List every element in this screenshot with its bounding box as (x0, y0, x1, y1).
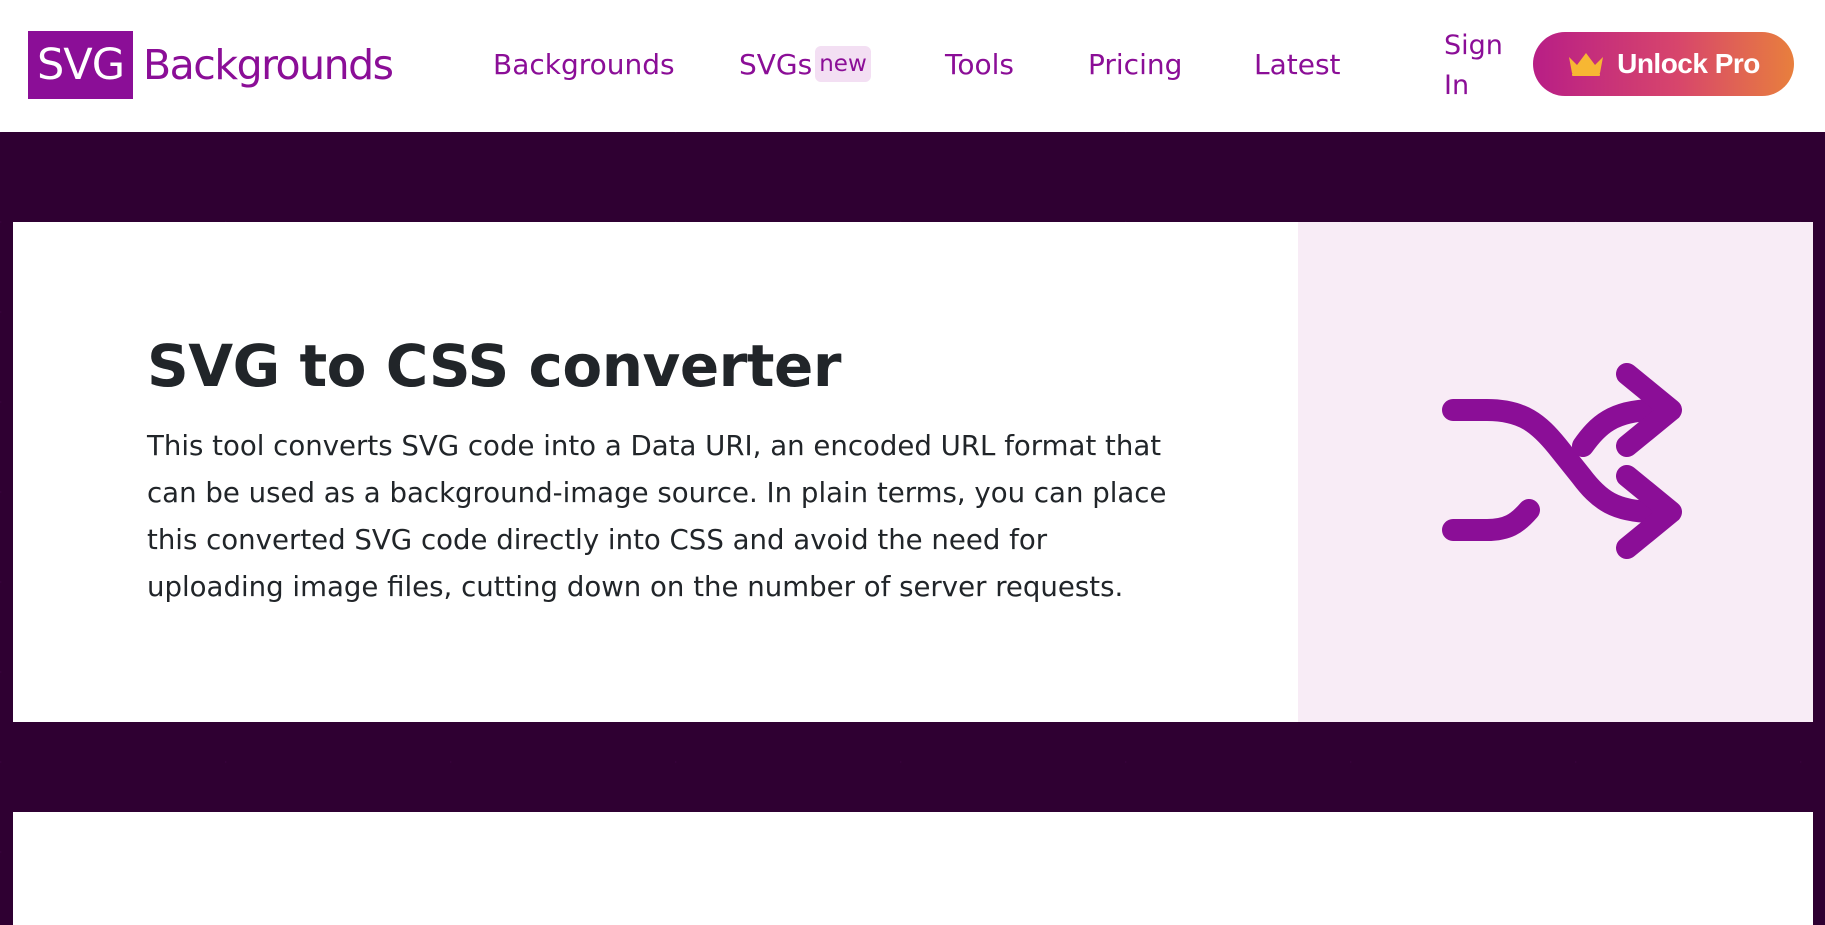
logo-box-text: SVG (28, 31, 134, 99)
page-title: SVG to CSS converter (147, 332, 841, 400)
nav-backgrounds[interactable]: Backgrounds (493, 47, 675, 83)
unlock-pro-label: Unlock Pro (1617, 48, 1760, 79)
shuffle-icon (1442, 363, 1682, 559)
sign-in-link[interactable]: Sign In (1444, 26, 1504, 106)
nav-latest[interactable]: Latest (1254, 47, 1341, 83)
tool-panel (13, 812, 1813, 925)
crown-icon (1569, 53, 1604, 76)
hero-section: SVG to CSS converter This tool converts … (13, 222, 1813, 722)
nav-tools[interactable]: Tools (945, 47, 1014, 83)
new-badge: new (815, 46, 871, 82)
logo-text: Backgrounds (143, 41, 394, 89)
nav-svgs[interactable]: SVGs (739, 47, 812, 83)
hero-text: SVG to CSS converter This tool converts … (13, 222, 1298, 722)
site-header: SVG Backgrounds Backgrounds SVGs new Too… (0, 0, 1825, 132)
hero-illustration (1298, 222, 1813, 722)
nav-pricing[interactable]: Pricing (1088, 47, 1182, 83)
logo[interactable]: SVG Backgrounds (28, 31, 394, 99)
unlock-pro-button[interactable]: Unlock Pro (1533, 32, 1794, 96)
page-description: This tool converts SVG code into a Data … (147, 429, 1167, 603)
